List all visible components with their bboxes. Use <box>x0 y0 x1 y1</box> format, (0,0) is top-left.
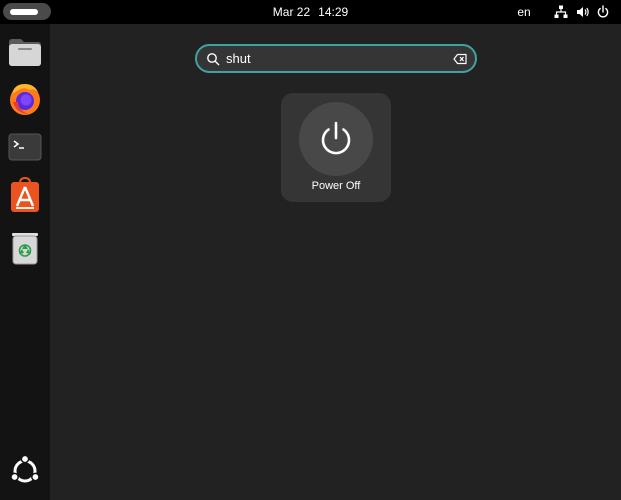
firefox-icon <box>10 84 40 115</box>
keyboard-language-indicator[interactable]: en <box>509 0 539 24</box>
result-label: Power Off <box>311 180 361 192</box>
show-apps-button[interactable] <box>4 449 46 491</box>
search-icon <box>206 52 220 66</box>
search-result-power-off[interactable]: Power Off <box>281 93 391 202</box>
clock-date[interactable]: Mar 22 <box>273 5 310 19</box>
search-entry[interactable] <box>195 44 477 73</box>
search-input[interactable] <box>226 49 426 68</box>
power-menu-icon[interactable] <box>596 5 610 19</box>
dock-item-trash[interactable] <box>4 226 46 268</box>
result-icon-circle <box>299 102 373 176</box>
dock-item-files[interactable] <box>4 30 46 72</box>
dock-item-app-center[interactable] <box>4 174 46 216</box>
workspace-indicator <box>10 9 38 15</box>
activities-button[interactable] <box>3 3 51 20</box>
terminal-icon <box>8 133 42 161</box>
volume-icon[interactable] <box>576 5 590 19</box>
trash-icon <box>12 233 38 265</box>
top-bar: Mar 22 14:29 en <box>0 0 621 24</box>
dock <box>0 24 50 500</box>
network-icon[interactable] <box>554 5 568 19</box>
ubuntu-icon <box>10 454 40 483</box>
dock-item-firefox[interactable] <box>4 78 46 120</box>
folder-icon <box>9 39 41 66</box>
dock-item-terminal[interactable] <box>4 126 46 168</box>
app-center-icon <box>11 176 39 212</box>
clock-time[interactable]: 14:29 <box>318 5 348 19</box>
backspace-clear-icon[interactable] <box>453 52 468 66</box>
power-icon <box>321 121 351 155</box>
